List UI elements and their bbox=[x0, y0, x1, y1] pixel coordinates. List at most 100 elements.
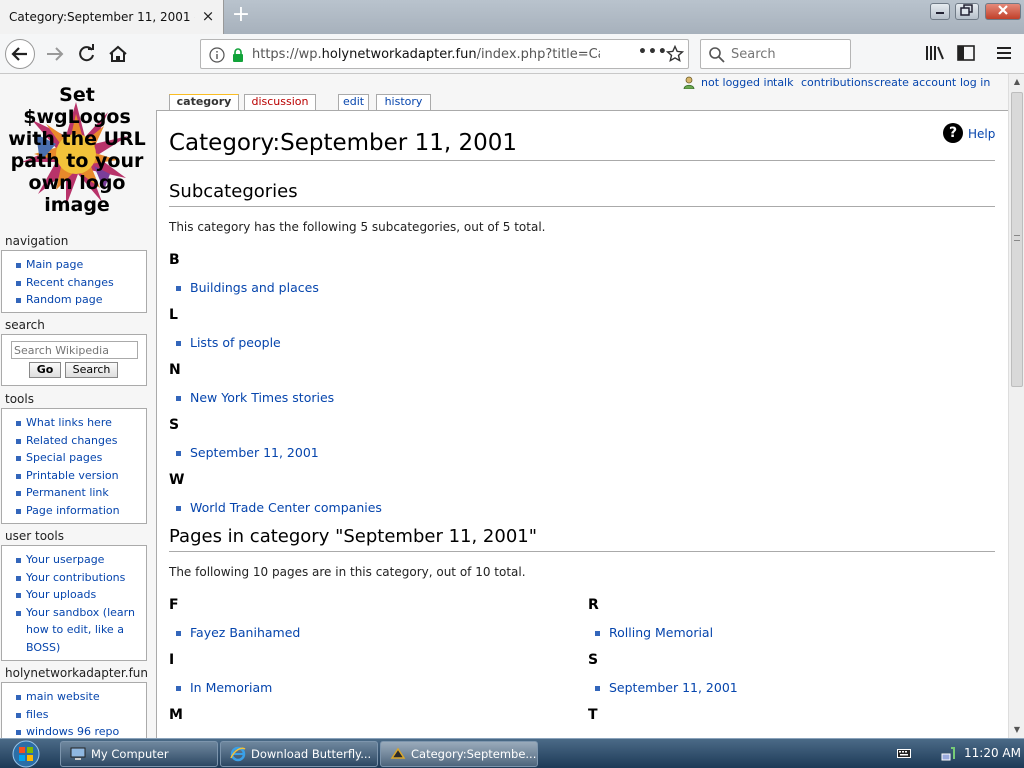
keyboard-icon[interactable] bbox=[897, 747, 911, 759]
url-text[interactable]: https://wp.holynetworkadapter.fun/index.… bbox=[252, 47, 600, 62]
navigation-portlet: navigation Main page Recent changes Rand… bbox=[0, 234, 148, 313]
wiki-search-input[interactable] bbox=[11, 341, 138, 359]
browser-tab-active[interactable]: Category:September 11, 2001 - Wikipedia … bbox=[0, 0, 224, 34]
subcat-link-label: September 11, 2001 bbox=[190, 445, 319, 460]
sidebar-item-label: Main page bbox=[26, 258, 84, 271]
sidebar-item-permanent-link[interactable]: Permanent link bbox=[2, 484, 146, 502]
url-bar[interactable]: https://wp.holynetworkadapter.fun/index.… bbox=[200, 39, 689, 69]
sidebar-item-random-page[interactable]: Random page bbox=[2, 291, 146, 309]
page-link-rolling-memorial[interactable]: Rolling Memorial bbox=[595, 625, 713, 640]
new-tab-button[interactable]: + bbox=[230, 4, 252, 27]
sidebar-item-windows-96-repo[interactable]: windows 96 repo bbox=[2, 723, 146, 738]
lock-icon[interactable] bbox=[231, 47, 245, 63]
sidebar-item-files[interactable]: files bbox=[2, 706, 146, 724]
bullet-icon bbox=[176, 451, 181, 456]
page-letter: M bbox=[169, 707, 183, 723]
browser-search-input[interactable] bbox=[731, 41, 846, 67]
sidebar-item-related-changes[interactable]: Related changes bbox=[2, 432, 146, 450]
scroll-down-arrow-icon[interactable]: ▼ bbox=[1009, 722, 1024, 738]
bullet-icon bbox=[176, 631, 181, 636]
tab-discussion[interactable]: discussion bbox=[244, 94, 316, 110]
hamburger-menu-icon[interactable] bbox=[995, 44, 1013, 62]
info-icon[interactable] bbox=[209, 47, 225, 63]
subcat-link-september-11-2001[interactable]: September 11, 2001 bbox=[176, 445, 319, 460]
search-button[interactable]: Search bbox=[65, 362, 118, 378]
personal-tools: not logged in talk contributions create … bbox=[683, 76, 1003, 90]
sidebar-item-your-userpage[interactable]: Your userpage bbox=[2, 551, 146, 569]
window-restore-button[interactable] bbox=[955, 3, 979, 20]
taskbar-item-label: Download Butterfly... bbox=[251, 747, 372, 761]
site-logo[interactable]: Set $wgLogos with the URL path to your o… bbox=[6, 84, 148, 219]
subcat-link-buildings-and-places[interactable]: Buildings and places bbox=[176, 280, 319, 295]
page-link-label: Fayez Banihamed bbox=[190, 625, 301, 640]
bullet-icon bbox=[16, 730, 21, 736]
sidebar-item-what-links-here[interactable]: What links here bbox=[2, 414, 146, 432]
browser-search-bar[interactable] bbox=[700, 39, 851, 69]
bullet-icon bbox=[16, 438, 21, 444]
tab-edit[interactable]: edit bbox=[338, 94, 369, 110]
sidebar-item-label: Page information bbox=[26, 503, 120, 517]
sidebar-item-your-uploads[interactable]: Your uploads bbox=[2, 586, 146, 604]
sidebar-item-your-sandbox[interactable]: Your sandbox (learn how to edit, like a … bbox=[2, 604, 146, 657]
page-link-in-memoriam[interactable]: In Memoriam bbox=[176, 680, 272, 695]
sidebar-item-page-information[interactable]: Page information bbox=[2, 502, 146, 520]
taskbar-item-download[interactable]: Download Butterfly... bbox=[220, 741, 378, 767]
sidebar-item-main-page[interactable]: Main page bbox=[2, 256, 146, 274]
reload-icon bbox=[79, 44, 94, 62]
tab-close-icon[interactable]: × bbox=[200, 8, 216, 24]
log-in-link[interactable]: log in bbox=[960, 76, 990, 89]
page-actions-icon[interactable]: ••• bbox=[638, 44, 668, 60]
network-icon[interactable] bbox=[940, 745, 958, 763]
go-button[interactable]: Go bbox=[29, 362, 61, 378]
page-link-september-11-2001[interactable]: September 11, 2001 bbox=[595, 680, 738, 695]
restore-icon bbox=[960, 4, 973, 16]
home-button[interactable] bbox=[103, 39, 133, 69]
page-link-fayez-banihamed[interactable]: Fayez Banihamed bbox=[176, 625, 301, 640]
clock[interactable]: 11:20 AM bbox=[964, 746, 1021, 760]
page-letter: S bbox=[588, 652, 599, 668]
library-icon[interactable] bbox=[925, 44, 945, 62]
subcat-link-world-trade-center-companies[interactable]: World Trade Center companies bbox=[176, 500, 382, 515]
contributions-link[interactable]: contributions bbox=[801, 76, 873, 89]
taskbar-item-category[interactable]: Category:Septembe... bbox=[380, 741, 538, 767]
home-icon bbox=[109, 45, 127, 62]
bookmark-star-icon[interactable] bbox=[666, 45, 684, 63]
close-icon bbox=[998, 5, 1008, 15]
forward-button[interactable] bbox=[40, 39, 70, 69]
bullet-icon bbox=[595, 631, 600, 636]
subcat-link-lists-of-people[interactable]: Lists of people bbox=[176, 335, 281, 350]
reload-button[interactable] bbox=[72, 39, 102, 69]
subcat-letter: B bbox=[169, 252, 180, 268]
sidebar-item-your-contributions[interactable]: Your contributions bbox=[2, 569, 146, 587]
holynetworkadapter-portlet: holynetworkadapter.fun main website file… bbox=[0, 666, 148, 738]
start-button[interactable] bbox=[8, 740, 44, 768]
sidebar-item-label: main website bbox=[26, 690, 100, 703]
sidebar-item-special-pages[interactable]: Special pages bbox=[2, 449, 146, 467]
bullet-icon bbox=[16, 280, 21, 286]
not-logged-in-text: not logged in bbox=[701, 76, 774, 89]
page-scrollbar[interactable]: ▲ ▼ bbox=[1008, 74, 1024, 738]
subcat-letter: L bbox=[169, 307, 178, 323]
window-minimize-button[interactable] bbox=[930, 3, 950, 20]
sidebar-toggle-icon[interactable] bbox=[957, 44, 975, 62]
tools-box: What links here Related changes Special … bbox=[1, 408, 147, 524]
tab-history[interactable]: history bbox=[376, 94, 431, 110]
forward-arrow-icon bbox=[47, 47, 64, 61]
back-button[interactable] bbox=[5, 39, 35, 69]
subcat-link-new-york-times-stories[interactable]: New York Times stories bbox=[176, 390, 335, 405]
sidebar-item-recent-changes[interactable]: Recent changes bbox=[2, 274, 146, 292]
internet-explorer-icon bbox=[230, 746, 246, 762]
window-close-button[interactable] bbox=[985, 3, 1021, 20]
sidebar-item-printable-version[interactable]: Printable version bbox=[2, 467, 146, 485]
bullet-icon bbox=[16, 712, 21, 718]
create-account-link[interactable]: create account bbox=[874, 76, 956, 89]
talk-link[interactable]: talk bbox=[773, 76, 793, 89]
tab-category[interactable]: category bbox=[169, 94, 239, 111]
taskbar-item-my-computer[interactable]: My Computer bbox=[60, 741, 218, 767]
subcat-link-label: New York Times stories bbox=[190, 390, 335, 405]
sidebar-item-main-website[interactable]: main website bbox=[2, 688, 146, 706]
bullet-icon bbox=[16, 508, 21, 514]
scrollbar-thumb[interactable] bbox=[1011, 92, 1023, 387]
scroll-up-arrow-icon[interactable]: ▲ bbox=[1009, 74, 1024, 90]
bullet-icon bbox=[16, 491, 21, 497]
